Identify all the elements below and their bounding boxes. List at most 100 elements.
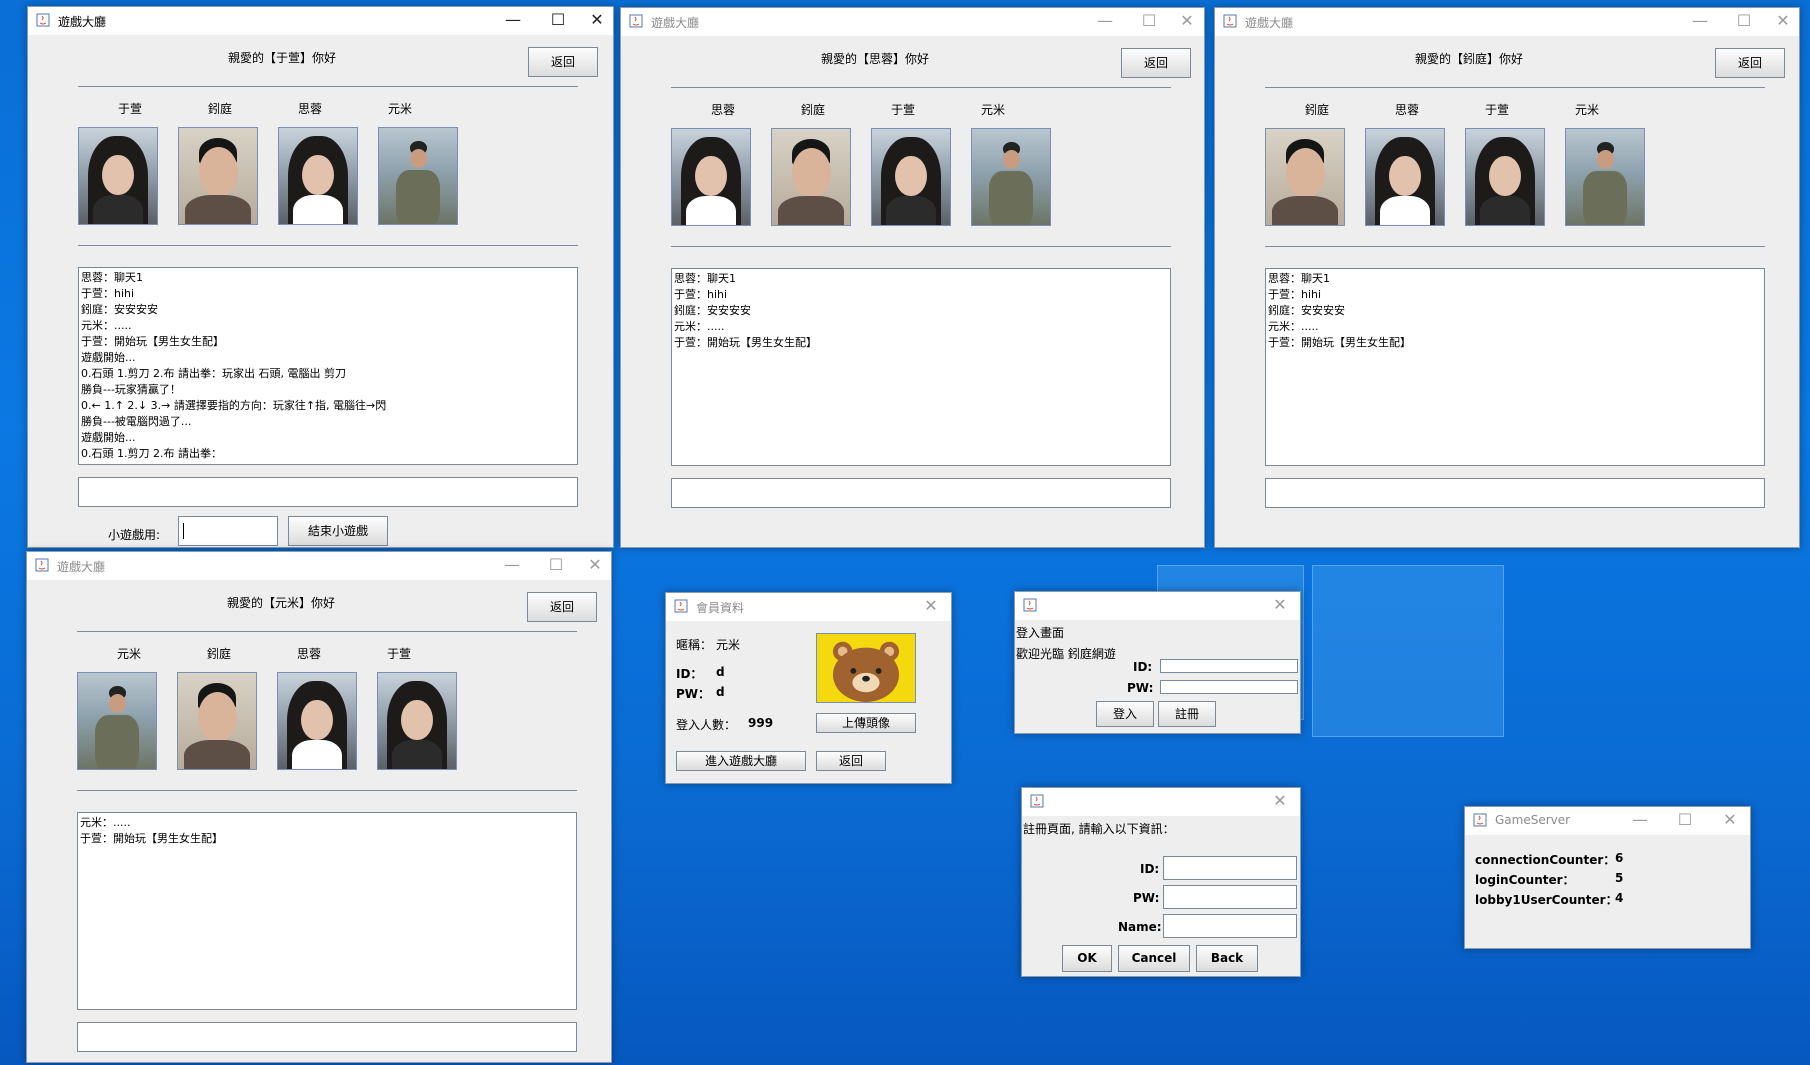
member-avatar xyxy=(1265,128,1345,226)
title-bar[interactable]: ✕ xyxy=(1022,788,1300,816)
nickname-label: 暱稱： xyxy=(676,638,713,652)
profile-avatar xyxy=(816,633,916,703)
member-name: 鈏庭 xyxy=(801,103,826,117)
back-button[interactable]: Back xyxy=(1196,945,1258,972)
java-icon xyxy=(1023,598,1037,612)
minimize-icon[interactable]: — xyxy=(1620,807,1660,835)
maximize-icon[interactable]: ☐ xyxy=(1724,8,1764,36)
close-icon[interactable]: ✕ xyxy=(575,552,611,580)
title-bar[interactable]: 遊戲大廳 — ☐ ✕ xyxy=(1215,8,1799,36)
close-icon[interactable]: ✕ xyxy=(1260,592,1300,620)
title-bar[interactable]: GameServer — ☐ ✕ xyxy=(1465,807,1750,835)
online-count-label: 登入人數： xyxy=(676,718,737,732)
upload-avatar-button[interactable]: 上傳頭像 xyxy=(816,713,916,733)
close-icon[interactable]: ✕ xyxy=(1260,788,1300,816)
member-avatar xyxy=(378,127,458,225)
member-avatar xyxy=(1565,128,1645,226)
maximize-icon[interactable]: ☐ xyxy=(1129,8,1169,36)
close-icon[interactable]: ✕ xyxy=(1167,8,1204,36)
chat-line: 勝負---被電腦閃過了... xyxy=(81,415,192,428)
close-icon[interactable]: ✕ xyxy=(1763,8,1799,36)
chat-line: 鈏庭：安安安安 xyxy=(81,303,158,316)
minimize-icon[interactable]: — xyxy=(1680,8,1720,36)
chat-input[interactable] xyxy=(77,1022,577,1052)
greeting-text: 親愛的【于萱】你好 xyxy=(228,51,337,65)
register-heading: 註冊頁面, 請輸入以下資訊： xyxy=(1023,822,1175,836)
chat-line: 0.石頭 1.剪刀 2.布 請出拳：玩家出 石頭, 電腦出 剪刀 xyxy=(81,367,346,380)
back-button[interactable]: 返回 xyxy=(527,592,597,622)
window-title: 遊戲大廳 xyxy=(651,16,700,30)
title-bar[interactable]: 遊戲大廳 — ☐ ✕ xyxy=(28,7,613,35)
id-value: d xyxy=(716,665,725,679)
register-id-input[interactable] xyxy=(1163,856,1297,880)
java-icon xyxy=(629,14,643,28)
title-bar[interactable]: 遊戲大廳 — ☐ ✕ xyxy=(27,552,611,580)
member-avatar xyxy=(871,128,951,226)
enter-lobby-button[interactable]: 進入遊戲大廳 xyxy=(676,751,806,771)
text-cursor xyxy=(183,523,184,539)
login-pw-input[interactable] xyxy=(1160,680,1298,694)
chat-line: 0.← 1.↑ 2.↓ 3.→ 請選擇要指的方向：玩家往↑指, 電腦往→閃 xyxy=(81,399,387,412)
counter-value: 4 xyxy=(1615,891,1624,905)
back-button[interactable]: 返回 xyxy=(1121,48,1191,78)
counter-label: lobby1UserCounter： xyxy=(1475,893,1618,907)
chat-line: 于萱：開始玩【男生女生配】 xyxy=(1268,336,1411,349)
chat-input[interactable] xyxy=(671,478,1171,508)
maximize-icon[interactable]: ☐ xyxy=(1665,807,1705,835)
separator xyxy=(77,790,577,791)
register-pw-input[interactable] xyxy=(1163,885,1297,909)
chat-input[interactable] xyxy=(78,477,578,507)
close-icon[interactable]: ✕ xyxy=(577,7,613,35)
chat-line: 元米：..... xyxy=(80,816,131,829)
java-icon xyxy=(1030,794,1044,808)
welcome-text: 歡迎光臨 鈏庭網遊 xyxy=(1016,647,1116,661)
ok-button[interactable]: OK xyxy=(1062,945,1112,972)
chat-line: 遊戲開始... xyxy=(81,431,136,444)
title-bar[interactable]: 會員資料 ✕ xyxy=(666,593,951,621)
id-label: ID: xyxy=(1140,862,1160,876)
member-avatar xyxy=(1465,128,1545,226)
id-label: ID: xyxy=(1133,660,1153,674)
title-bar[interactable]: 遊戲大廳 — ☐ ✕ xyxy=(621,8,1204,36)
back-button[interactable]: 返回 xyxy=(816,751,886,771)
back-button[interactable]: 返回 xyxy=(1715,48,1785,78)
cancel-button[interactable]: Cancel xyxy=(1118,945,1190,972)
member-avatar xyxy=(178,127,258,225)
window-title: GameServer xyxy=(1495,813,1571,827)
chat-log[interactable]: 思蓉：聊天1 于萱：hihi 鈏庭：安安安安 元米：..... 于萱：開始玩【男… xyxy=(1265,268,1765,466)
chat-line: 元米：..... xyxy=(81,319,132,332)
close-icon[interactable]: ✕ xyxy=(911,593,951,621)
login-window: ✕ 登入畫面 歡迎光臨 鈏庭網遊 ID: PW: 登入 註冊 xyxy=(1014,591,1301,734)
login-button[interactable]: 登入 xyxy=(1096,701,1154,727)
minimize-icon[interactable]: — xyxy=(1085,8,1125,36)
chat-line: 于萱：開始玩【男生女生配】 xyxy=(81,335,224,348)
title-bar[interactable]: ✕ xyxy=(1015,592,1300,620)
window-title: 遊戲大廳 xyxy=(58,15,107,29)
chat-log[interactable]: 思蓉：聊天1 于萱：hihi 鈏庭：安安安安 元米：..... 于萱：開始玩【男… xyxy=(671,268,1171,466)
register-button[interactable]: 註冊 xyxy=(1158,701,1216,727)
counter-label: loginCounter： xyxy=(1475,873,1575,887)
chat-log[interactable]: 元米：..... 于萱：開始玩【男生女生配】 xyxy=(77,812,577,1010)
minigame-input[interactable] xyxy=(178,516,278,546)
chat-input[interactable] xyxy=(1265,478,1765,508)
end-minigame-button[interactable]: 結束小遊戲 xyxy=(288,516,388,546)
java-icon xyxy=(1223,14,1237,28)
close-icon[interactable]: ✕ xyxy=(1710,807,1750,835)
minimize-icon[interactable]: — xyxy=(492,552,532,580)
member-name: 思蓉 xyxy=(1395,103,1420,117)
minimize-icon[interactable]: — xyxy=(493,7,533,35)
chat-line: 于萱：hihi xyxy=(81,287,135,300)
back-button[interactable]: 返回 xyxy=(528,47,598,77)
register-name-input[interactable] xyxy=(1163,914,1297,938)
chat-log[interactable]: 思蓉：聊天1 于萱：hihi 鈏庭：安安安安 元米：..... 于萱：開始玩【男… xyxy=(78,267,578,465)
member-avatar xyxy=(277,672,357,770)
pw-value: d xyxy=(716,685,725,699)
login-heading: 登入畫面 xyxy=(1016,626,1065,640)
member-name: 思蓉 xyxy=(711,103,736,117)
login-id-input[interactable] xyxy=(1160,659,1298,673)
maximize-icon[interactable]: ☐ xyxy=(536,552,576,580)
member-name: 元米 xyxy=(117,647,142,661)
separator xyxy=(78,86,578,87)
maximize-icon[interactable]: ☐ xyxy=(538,7,578,35)
member-name: 于萱 xyxy=(1485,103,1510,117)
